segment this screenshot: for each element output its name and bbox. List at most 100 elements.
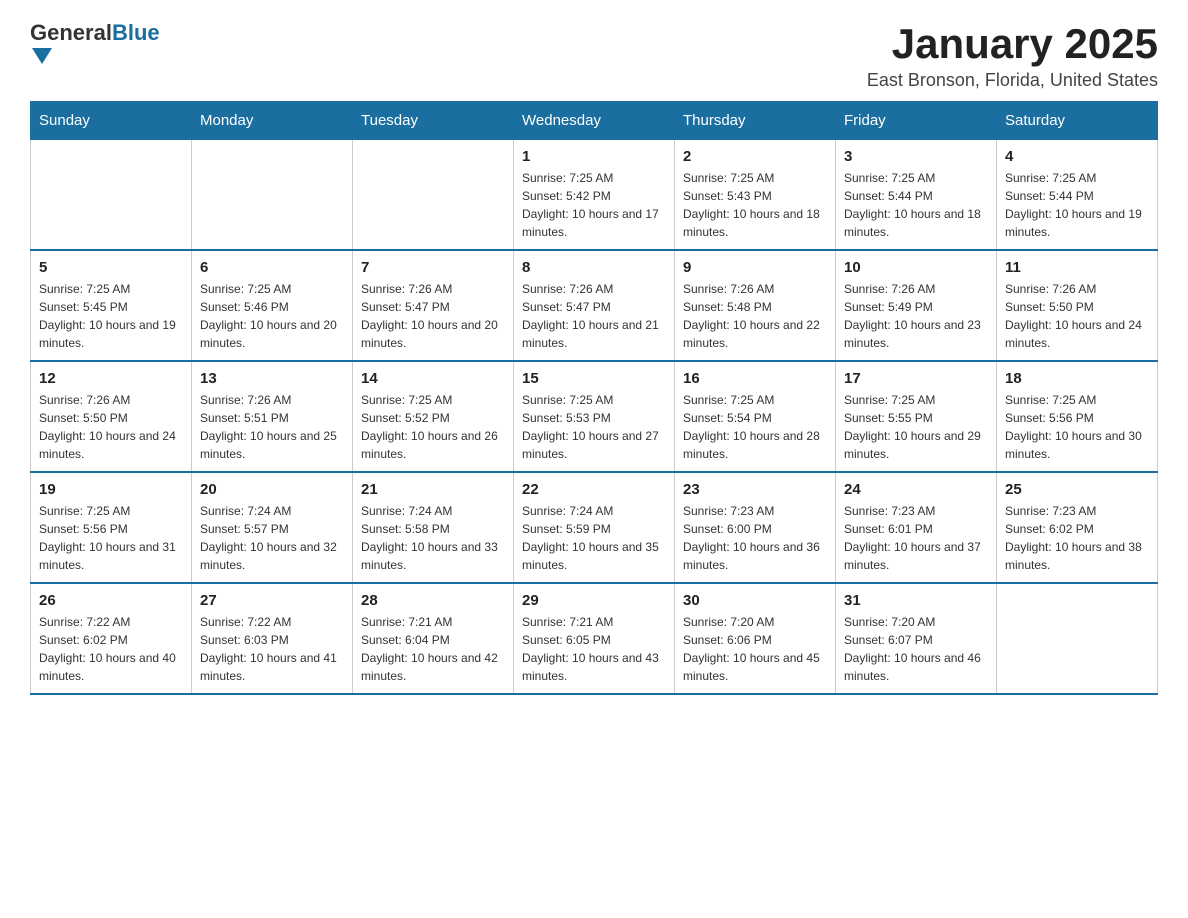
day-info: Sunrise: 7:24 AMSunset: 5:58 PMDaylight:…	[361, 502, 505, 574]
day-info: Sunrise: 7:26 AMSunset: 5:50 PMDaylight:…	[39, 391, 183, 463]
logo-triangle-icon	[32, 48, 52, 64]
calendar-day-cell: 23 Sunrise: 7:23 AMSunset: 6:00 PMDayligh…	[675, 472, 836, 583]
calendar-day-cell: 10 Sunrise: 7:26 AMSunset: 5:49 PMDayligh…	[836, 250, 997, 361]
day-info: Sunrise: 7:26 AMSunset: 5:51 PMDaylight:…	[200, 391, 344, 463]
calendar-day-cell: 12 Sunrise: 7:26 AMSunset: 5:50 PMDayligh…	[31, 361, 192, 472]
calendar-day-cell: 16Sunrise: 7:25 AMSunset: 5:54 PMDayligh…	[675, 361, 836, 472]
day-number: 15	[522, 370, 666, 387]
calendar-day-cell: 15Sunrise: 7:25 AMSunset: 5:53 PMDayligh…	[514, 361, 675, 472]
calendar-day-cell: 18Sunrise: 7:25 AMSunset: 5:56 PMDayligh…	[997, 361, 1158, 472]
day-info: Sunrise: 7:22 AMSunset: 6:03 PMDaylight:…	[200, 613, 344, 685]
day-info: Sunrise: 7:23 AMSunset: 6:02 PMDaylight:…	[1005, 502, 1149, 574]
logo-text: GeneralBlue	[30, 20, 160, 64]
calendar-day-cell: 30 Sunrise: 7:20 AMSunset: 6:06 PMDayligh…	[675, 583, 836, 694]
calendar-day-cell: 20 Sunrise: 7:24 AMSunset: 5:57 PMDayligh…	[192, 472, 353, 583]
calendar-week-row: 19Sunrise: 7:25 AMSunset: 5:56 PMDayligh…	[31, 472, 1158, 583]
calendar-day-cell: 24 Sunrise: 7:23 AMSunset: 6:01 PMDayligh…	[836, 472, 997, 583]
calendar-week-row: 26 Sunrise: 7:22 AMSunset: 6:02 PMDayligh…	[31, 583, 1158, 694]
day-number: 11	[1005, 259, 1149, 276]
calendar-day-cell	[31, 140, 192, 251]
calendar-day-cell: 29Sunrise: 7:21 AMSunset: 6:05 PMDayligh…	[514, 583, 675, 694]
day-info: Sunrise: 7:25 AMSunset: 5:42 PMDaylight:…	[522, 169, 666, 241]
calendar-day-cell: 1 Sunrise: 7:25 AMSunset: 5:42 PMDaylight…	[514, 140, 675, 251]
calendar-day-cell	[997, 583, 1158, 694]
calendar-week-row: 1 Sunrise: 7:25 AMSunset: 5:42 PMDaylight…	[31, 140, 1158, 251]
day-number: 4	[1005, 148, 1149, 165]
calendar-day-cell: 26 Sunrise: 7:22 AMSunset: 6:02 PMDayligh…	[31, 583, 192, 694]
calendar-day-cell: 31 Sunrise: 7:20 AMSunset: 6:07 PMDayligh…	[836, 583, 997, 694]
calendar-header-row: SundayMondayTuesdayWednesdayThursdayFrid…	[31, 102, 1158, 140]
day-info: Sunrise: 7:22 AMSunset: 6:02 PMDaylight:…	[39, 613, 183, 685]
calendar-week-row: 12 Sunrise: 7:26 AMSunset: 5:50 PMDayligh…	[31, 361, 1158, 472]
day-info: Sunrise: 7:25 AMSunset: 5:44 PMDaylight:…	[844, 169, 988, 241]
day-info: Sunrise: 7:20 AMSunset: 6:06 PMDaylight:…	[683, 613, 827, 685]
day-number: 30	[683, 592, 827, 609]
calendar-day-cell: 17Sunrise: 7:25 AMSunset: 5:55 PMDayligh…	[836, 361, 997, 472]
logo-blue: Blue	[112, 20, 160, 45]
day-number: 9	[683, 259, 827, 276]
logo: GeneralBlue	[30, 20, 160, 64]
day-number: 28	[361, 592, 505, 609]
calendar-day-cell: 27 Sunrise: 7:22 AMSunset: 6:03 PMDayligh…	[192, 583, 353, 694]
page-header: GeneralBlue January 2025 East Bronson, F…	[30, 20, 1158, 91]
day-info: Sunrise: 7:26 AMSunset: 5:47 PMDaylight:…	[361, 280, 505, 352]
calendar-day-cell: 3 Sunrise: 7:25 AMSunset: 5:44 PMDaylight…	[836, 140, 997, 251]
calendar-day-cell: 2Sunrise: 7:25 AMSunset: 5:43 PMDaylight…	[675, 140, 836, 251]
day-number: 19	[39, 481, 183, 498]
day-number: 17	[844, 370, 988, 387]
day-of-week-header: Friday	[836, 102, 997, 140]
day-info: Sunrise: 7:20 AMSunset: 6:07 PMDaylight:…	[844, 613, 988, 685]
day-info: Sunrise: 7:25 AMSunset: 5:54 PMDaylight:…	[683, 391, 827, 463]
day-info: Sunrise: 7:25 AMSunset: 5:46 PMDaylight:…	[200, 280, 344, 352]
day-number: 5	[39, 259, 183, 276]
day-number: 13	[200, 370, 344, 387]
month-title: January 2025	[867, 20, 1158, 68]
day-number: 18	[1005, 370, 1149, 387]
day-info: Sunrise: 7:26 AMSunset: 5:49 PMDaylight:…	[844, 280, 988, 352]
day-info: Sunrise: 7:26 AMSunset: 5:50 PMDaylight:…	[1005, 280, 1149, 352]
calendar-day-cell: 25Sunrise: 7:23 AMSunset: 6:02 PMDayligh…	[997, 472, 1158, 583]
calendar-day-cell: 28Sunrise: 7:21 AMSunset: 6:04 PMDayligh…	[353, 583, 514, 694]
calendar-day-cell: 6Sunrise: 7:25 AMSunset: 5:46 PMDaylight…	[192, 250, 353, 361]
day-info: Sunrise: 7:21 AMSunset: 6:05 PMDaylight:…	[522, 613, 666, 685]
day-number: 14	[361, 370, 505, 387]
day-number: 26	[39, 592, 183, 609]
day-of-week-header: Thursday	[675, 102, 836, 140]
calendar-day-cell	[192, 140, 353, 251]
day-number: 21	[361, 481, 505, 498]
title-section: January 2025 East Bronson, Florida, Unit…	[867, 20, 1158, 91]
calendar-day-cell: 21 Sunrise: 7:24 AMSunset: 5:58 PMDayligh…	[353, 472, 514, 583]
calendar-day-cell: 5 Sunrise: 7:25 AMSunset: 5:45 PMDaylight…	[31, 250, 192, 361]
calendar-day-cell	[353, 140, 514, 251]
day-number: 10	[844, 259, 988, 276]
logo-general: General	[30, 20, 112, 45]
day-number: 24	[844, 481, 988, 498]
day-info: Sunrise: 7:26 AMSunset: 5:47 PMDaylight:…	[522, 280, 666, 352]
day-number: 8	[522, 259, 666, 276]
day-info: Sunrise: 7:25 AMSunset: 5:43 PMDaylight:…	[683, 169, 827, 241]
day-number: 31	[844, 592, 988, 609]
day-of-week-header: Sunday	[31, 102, 192, 140]
calendar-day-cell: 4 Sunrise: 7:25 AMSunset: 5:44 PMDaylight…	[997, 140, 1158, 251]
calendar-day-cell: 7 Sunrise: 7:26 AMSunset: 5:47 PMDaylight…	[353, 250, 514, 361]
calendar-table: SundayMondayTuesdayWednesdayThursdayFrid…	[30, 101, 1158, 695]
day-info: Sunrise: 7:23 AMSunset: 6:01 PMDaylight:…	[844, 502, 988, 574]
day-of-week-header: Tuesday	[353, 102, 514, 140]
day-info: Sunrise: 7:24 AMSunset: 5:57 PMDaylight:…	[200, 502, 344, 574]
day-number: 7	[361, 259, 505, 276]
day-info: Sunrise: 7:24 AMSunset: 5:59 PMDaylight:…	[522, 502, 666, 574]
day-number: 1	[522, 148, 666, 165]
day-info: Sunrise: 7:23 AMSunset: 6:00 PMDaylight:…	[683, 502, 827, 574]
day-of-week-header: Monday	[192, 102, 353, 140]
calendar-day-cell: 8 Sunrise: 7:26 AMSunset: 5:47 PMDaylight…	[514, 250, 675, 361]
calendar-day-cell: 11 Sunrise: 7:26 AMSunset: 5:50 PMDayligh…	[997, 250, 1158, 361]
day-number: 27	[200, 592, 344, 609]
day-info: Sunrise: 7:25 AMSunset: 5:44 PMDaylight:…	[1005, 169, 1149, 241]
day-number: 12	[39, 370, 183, 387]
day-info: Sunrise: 7:25 AMSunset: 5:45 PMDaylight:…	[39, 280, 183, 352]
day-info: Sunrise: 7:26 AMSunset: 5:48 PMDaylight:…	[683, 280, 827, 352]
day-number: 23	[683, 481, 827, 498]
day-number: 20	[200, 481, 344, 498]
day-number: 3	[844, 148, 988, 165]
calendar-week-row: 5 Sunrise: 7:25 AMSunset: 5:45 PMDaylight…	[31, 250, 1158, 361]
